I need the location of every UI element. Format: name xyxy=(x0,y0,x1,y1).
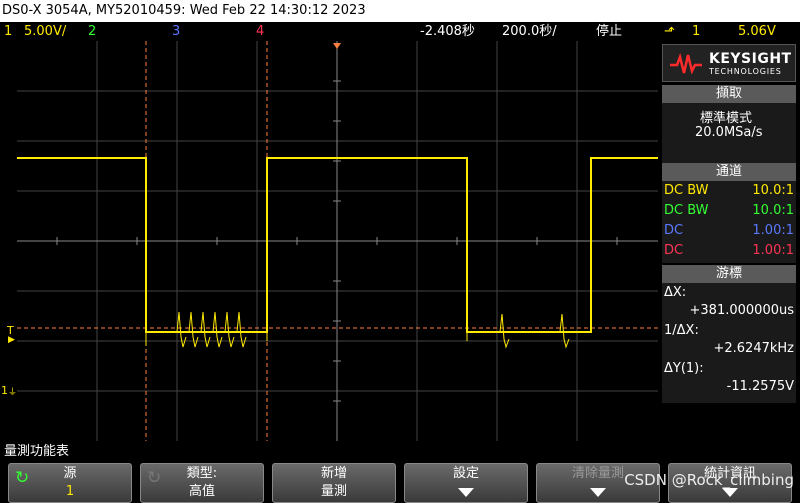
ch2-coupling: DC BW xyxy=(664,203,709,218)
channels-section: DC BW 10.0:1 DC BW 10.0:1 DC 1.00:1 DC 1… xyxy=(662,181,796,263)
dy-label: ΔY(1): xyxy=(664,361,704,376)
add-measurement-softkey[interactable]: 新增 量測 xyxy=(272,463,396,503)
brand-name: KEYSIGHT xyxy=(709,51,792,67)
submenu-arrow-icon xyxy=(458,488,474,497)
ch1-ground-marker: 1 xyxy=(1,384,8,397)
submenu-arrow-icon xyxy=(722,488,738,497)
trigger-slope-icon: ⬏ xyxy=(664,24,675,39)
inv-dx-value: +2.6247kHz xyxy=(713,341,794,356)
dy-value: -11.2575V xyxy=(726,379,794,394)
ch1-arrow-icon: ⏚ xyxy=(8,388,18,398)
ch4-coupling: DC xyxy=(664,243,684,258)
settings-softkey[interactable]: 設定 xyxy=(404,463,528,503)
softkey-label-2: 量測 xyxy=(320,484,347,499)
trigger-level[interactable]: 5.06V xyxy=(738,22,776,41)
left-gutter: T ▶ 1 ⏚ xyxy=(0,41,17,441)
ch1-number[interactable]: 1 xyxy=(4,22,12,41)
submenu-arrow-icon xyxy=(590,488,606,497)
brand-sub: TECHNOLOGIES xyxy=(709,67,782,76)
ch2-number[interactable]: 2 xyxy=(88,22,96,41)
ch3-number[interactable]: 3 xyxy=(172,22,180,41)
softkey-label: 類型: xyxy=(186,466,218,481)
softkey-label: 新增 xyxy=(320,466,347,481)
acquisition-mode: 標準模式 xyxy=(700,111,753,126)
inv-dx-label: 1/ΔX: xyxy=(664,323,699,338)
softkey-label: 設定 xyxy=(452,466,479,481)
ch1-coupling: DC BW xyxy=(664,183,709,198)
source-softkey[interactable]: ↻ 源 1 xyxy=(8,463,132,503)
acquisition-section: 標準模式 20.0MSa/s xyxy=(662,103,796,163)
run-state[interactable]: 停止 xyxy=(596,22,622,41)
ch3-probe: 1.00:1 xyxy=(752,223,794,238)
cursors-section: ΔX: +381.000000us 1/ΔX: +2.6247kHz ΔY(1)… xyxy=(662,283,796,403)
ch4-number[interactable]: 4 xyxy=(256,22,264,41)
trigger-arrow-icon: ▶ xyxy=(8,335,15,345)
acquisition-header: 擷取 xyxy=(662,85,796,103)
right-panel: KEYSIGHT TECHNOLOGIES 擷取 標準模式 20.0MSa/s … xyxy=(658,41,800,441)
channel-bar: 1 5.00V/ 2 3 4 -2.408秒 200.0秒/ 停止 ⬏ 1 5.… xyxy=(0,22,800,41)
watermark: CSDN @Rock_climbing xyxy=(624,471,794,489)
title-bar: DS0-X 3054A, MY52010459: Wed Feb 22 14:3… xyxy=(0,0,800,22)
keysight-wave-icon xyxy=(670,53,702,75)
ch3-coupling: DC xyxy=(664,223,684,238)
channels-header: 通道 xyxy=(662,163,796,181)
ch2-probe: 10.0:1 xyxy=(752,203,794,218)
softkey-value: 高值 xyxy=(188,484,215,499)
softkey-label: 源 xyxy=(63,466,77,481)
time-scale[interactable]: 200.0秒/ xyxy=(502,22,557,41)
cursors-header: 游標 xyxy=(662,265,796,283)
keysight-logo: KEYSIGHT TECHNOLOGIES xyxy=(662,44,796,82)
trigger-channel[interactable]: 1 xyxy=(692,22,700,41)
sample-rate: 20.0MSa/s xyxy=(695,125,763,140)
menu-title: 量測功能表 xyxy=(0,443,800,461)
type-softkey[interactable]: ↻ 類型: 高值 xyxy=(140,463,264,503)
time-offset[interactable]: -2.408秒 xyxy=(420,22,475,41)
ch1-probe: 10.0:1 xyxy=(752,183,794,198)
softkey-value: 1 xyxy=(65,484,75,499)
ch1-scale[interactable]: 5.00V/ xyxy=(24,22,66,41)
dx-label: ΔX: xyxy=(664,285,687,300)
ch4-probe: 1.00:1 xyxy=(752,243,794,258)
ch1-waveform xyxy=(17,157,658,349)
dx-value: +381.000000us xyxy=(689,303,794,318)
waveform-display[interactable] xyxy=(17,41,658,441)
